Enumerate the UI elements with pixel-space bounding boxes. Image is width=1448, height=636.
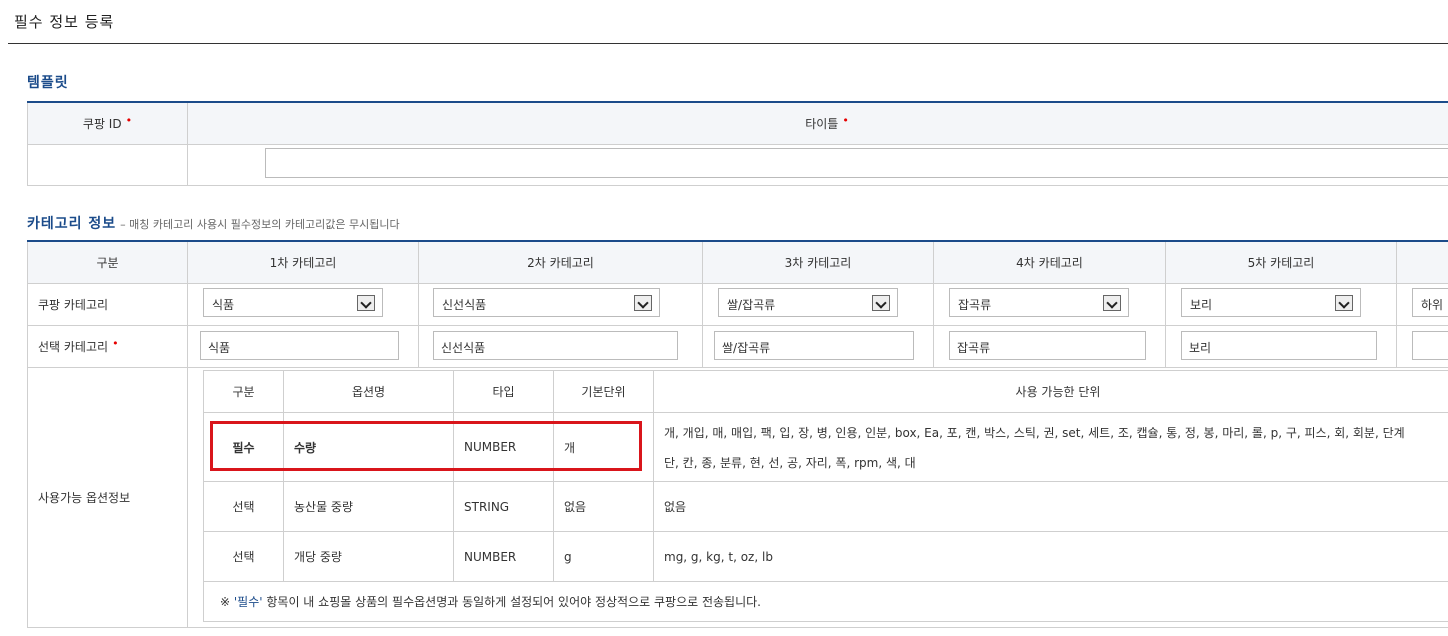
option-unit: 없음	[553, 481, 654, 532]
opt-header-unit: 기본단위	[553, 370, 654, 413]
opt-header-units: 사용 가능한 단위	[653, 370, 1448, 413]
input-value: 보리	[1189, 341, 1212, 355]
required-mark: •	[125, 113, 133, 127]
note-prefix: ※	[220, 595, 234, 609]
opt-header-type: 타입	[453, 370, 554, 413]
header-sub	[1396, 240, 1448, 284]
selected-cat2-input[interactable]: 신선식품	[433, 331, 678, 360]
header-cat3: 3차 카테고리	[702, 240, 934, 284]
header-cat2: 2차 카테고리	[418, 240, 703, 284]
category-section-title: 카테고리 정보 – 매칭 카테고리 사용시 필수정보의 카테고리값은 무시됩니다	[27, 213, 400, 233]
chevron-down-icon	[634, 295, 652, 311]
note-text: 항목이 내 쇼핑몰 상품의 필수옵션명과 동일하게 설정되어 있어야 정상적으로…	[262, 595, 761, 609]
option-units: 없음	[653, 481, 1448, 532]
required-mark: •	[842, 113, 849, 127]
options-table: 구분 옵션명 타입 기본단위 사용 가능한 단위 필수 수량 NUMBER 개 …	[203, 370, 1448, 622]
option-type: NUMBER	[453, 531, 554, 582]
header-cat1: 1차 카테고리	[187, 240, 419, 284]
coupang-cat3-select[interactable]: 쌀/잡곡류	[718, 288, 898, 317]
page-header: 필수 정보 등록	[8, 0, 1448, 44]
coupang-cat5-select[interactable]: 보리	[1181, 288, 1361, 317]
selected-category-label: 선택 카테고리	[38, 339, 109, 354]
option-kind: 선택	[203, 531, 284, 582]
input-value: 쌀/잡곡류	[722, 341, 771, 355]
page-title: 필수 정보 등록	[14, 13, 115, 31]
selected-cat5-input[interactable]: 보리	[1181, 331, 1377, 360]
table-row: 선택 개당 중량 NUMBER g mg, g, kg, t, oz, lb	[203, 531, 1448, 582]
chevron-down-icon	[357, 295, 375, 311]
title-label: 타이틀	[805, 116, 839, 131]
chevron-down-icon	[1335, 295, 1353, 311]
option-kind: 선택	[203, 481, 284, 532]
select-value: 잡곡류	[958, 298, 992, 312]
option-type: STRING	[453, 481, 554, 532]
options-info-label: 사용가능 옵션정보	[27, 366, 188, 628]
coupang-id-header: 쿠팡 ID •	[27, 101, 188, 145]
option-units: mg, g, kg, t, oz, lb	[653, 531, 1448, 582]
category-desc: – 매칭 카테고리 사용시 필수정보의 카테고리값은 무시됩니다	[120, 218, 400, 231]
coupang-cat2-select[interactable]: 신선식품	[433, 288, 660, 317]
selected-sub-input[interactable]	[1412, 331, 1448, 360]
opt-header-name: 옵션명	[283, 370, 454, 413]
header-cat5: 5차 카테고리	[1165, 240, 1397, 284]
table-row: 선택 농산물 중량 STRING 없음 없음	[203, 481, 1448, 532]
input-value: 신선식품	[441, 341, 486, 355]
required-mark: •	[112, 336, 119, 350]
coupang-category-label: 쿠팡 카테고리	[27, 282, 188, 326]
units-line: 개, 개입, 매, 매입, 팩, 입, 장, 병, 인용, 인분, box, E…	[664, 426, 1405, 440]
coupang-id-cell	[27, 143, 188, 186]
option-units: 개, 개입, 매, 매입, 팩, 입, 장, 병, 인용, 인분, box, E…	[653, 412, 1448, 482]
title-header: 타이틀 •	[187, 101, 1448, 145]
note-quote: '필수'	[233, 595, 263, 609]
select-value: 식품	[212, 298, 235, 312]
select-value: 보리	[1190, 298, 1213, 312]
template-section-title: 템플릿	[27, 75, 69, 91]
option-name: 농산물 중량	[283, 481, 454, 532]
options-note: ※ '필수' 항목이 내 쇼핑몰 상품의 필수옵션명과 동일하게 설정되어 있어…	[220, 593, 761, 610]
selected-category-header: 선택 카테고리 •	[27, 324, 188, 368]
coupang-id-label: 쿠팡 ID	[82, 116, 122, 131]
option-unit: g	[553, 531, 654, 582]
selected-cat1-input[interactable]: 식품	[200, 331, 399, 360]
select-value: 하위	[1421, 298, 1444, 312]
select-value: 쌀/잡곡류	[727, 298, 776, 312]
coupang-sub-select[interactable]: 하위	[1412, 288, 1448, 317]
category-title: 카테고리 정보	[27, 216, 117, 232]
title-input[interactable]	[265, 148, 1448, 178]
chevron-down-icon	[1103, 295, 1121, 311]
coupang-cat1-select[interactable]: 식품	[203, 288, 383, 317]
header-kind: 구분	[27, 240, 188, 284]
chevron-down-icon	[872, 295, 890, 311]
units-line: 단, 칸, 종, 분류, 현, 선, 공, 자리, 폭, rpm, 색, 대	[664, 456, 916, 470]
selected-cat4-input[interactable]: 잡곡류	[949, 331, 1146, 360]
highlight-box	[210, 421, 642, 471]
selected-cat3-input[interactable]: 쌀/잡곡류	[714, 331, 914, 360]
input-value: 식품	[208, 341, 231, 355]
input-value: 잡곡류	[957, 341, 991, 355]
option-name: 개당 중량	[283, 531, 454, 582]
select-value: 신선식품	[442, 298, 487, 312]
coupang-cat4-select[interactable]: 잡곡류	[949, 288, 1129, 317]
opt-header-kind: 구분	[203, 370, 284, 413]
header-cat4: 4차 카테고리	[933, 240, 1166, 284]
